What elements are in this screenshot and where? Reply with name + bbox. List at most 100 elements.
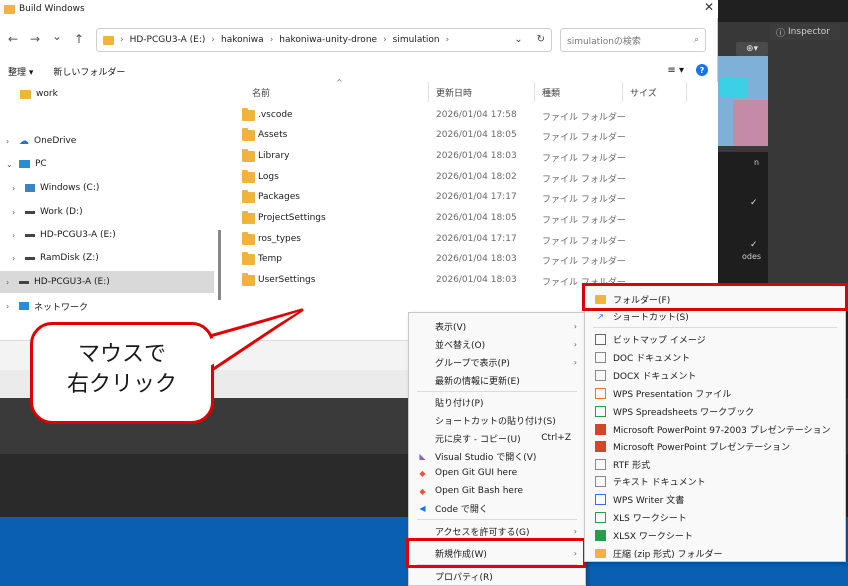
chevron-right-icon[interactable]: › <box>12 254 20 263</box>
help-icon[interactable]: ? <box>696 64 708 76</box>
search-icon[interactable]: ⌕ <box>694 35 699 45</box>
monitor-icon <box>19 160 30 168</box>
unity-topbar <box>718 0 848 22</box>
file-row[interactable]: ros_types 2026/01/04 17:17 ファイル フォルダー <box>242 230 712 250</box>
excel-icon <box>595 529 606 541</box>
chevron-right-icon[interactable]: › <box>12 184 20 193</box>
drive-icon <box>25 233 35 237</box>
sidebar-item-work[interactable]: work <box>20 84 58 104</box>
breadcrumb-item[interactable]: hakoniwa-unity-drone <box>279 35 377 45</box>
file-row[interactable]: Logs 2026/01/04 18:02 ファイル フォルダー <box>242 168 712 188</box>
spreadsheet-icon <box>595 405 606 417</box>
file-row[interactable]: Library 2026/01/04 18:03 ファイル フォルダー <box>242 147 712 167</box>
submenu-item-wps-writer[interactable]: WPS Writer 文書 <box>585 490 845 508</box>
refresh-icon[interactable]: ↻ <box>537 34 545 45</box>
back-arrow-icon[interactable]: ← <box>8 32 18 46</box>
menu-item-group[interactable]: グループで表示(P) › <box>409 353 585 371</box>
cloud-icon: ☁ <box>19 135 29 147</box>
folder-icon <box>242 108 255 121</box>
menu-item-view[interactable]: 表示(V) › <box>409 317 585 335</box>
forward-arrow-icon[interactable]: → <box>30 32 40 46</box>
breadcrumb-item[interactable]: hakoniwa <box>221 35 264 45</box>
up-arrow-icon[interactable]: ↑ <box>74 32 84 46</box>
new-folder-button[interactable]: 新しいフォルダー <box>53 65 125 78</box>
chevron-right-icon[interactable]: › <box>6 302 14 311</box>
menu-item-sort[interactable]: 並べ替え(O) › <box>409 335 585 353</box>
submenu-item-text[interactable]: テキスト ドキュメント <box>585 472 845 490</box>
chevron-down-icon[interactable]: ⌄ <box>52 29 62 43</box>
check-icon[interactable]: ✓ <box>750 198 760 208</box>
sidebar-item-hd-pcgu3-e-selected[interactable]: › HD-PCGU3-A (E:) <box>0 271 214 293</box>
submenu-item-pptx[interactable]: Microsoft PowerPoint プレゼンテーション <box>585 437 845 455</box>
submenu-item-zip[interactable]: 圧縮 (zip 形式) フォルダー <box>585 544 845 562</box>
organize-button[interactable]: 整理 ▾ <box>8 65 33 78</box>
chevron-right-icon[interactable]: › <box>6 137 14 146</box>
file-row[interactable]: ProjectSettings 2026/01/04 18:05 ファイル フォ… <box>242 209 712 229</box>
menu-item-paste-shortcut[interactable]: ショートカットの貼り付け(S) <box>409 411 585 429</box>
document-icon <box>595 369 606 381</box>
gizmo-button[interactable]: ⊕▾ <box>736 42 768 56</box>
column-header-date[interactable]: 更新日時 <box>436 86 472 99</box>
file-row[interactable]: Packages 2026/01/04 17:17 ファイル フォルダー <box>242 188 712 208</box>
scene-object <box>733 100 768 146</box>
folder-icon <box>242 252 255 265</box>
scrollbar[interactable] <box>218 230 221 300</box>
view-button[interactable]: ≡ ▾ <box>667 65 684 76</box>
column-header-type[interactable]: 種類 <box>542 86 560 99</box>
sidebar-item-hd-pcgu3-e[interactable]: › HD-PCGU3-A (E:) <box>12 225 116 245</box>
document-icon <box>595 458 606 470</box>
column-header-name[interactable]: 名前 <box>252 86 270 99</box>
sidebar-item-ramdisk-z[interactable]: › RamDisk (Z:) <box>12 248 99 268</box>
menu-item-undo[interactable]: 元に戻す - コピー(U) Ctrl+Z <box>409 429 585 447</box>
chevron-right-icon[interactable]: › <box>12 231 20 240</box>
folder-icon <box>242 170 255 183</box>
address-bar[interactable]: › HD-PCGU3-A (E:) › hakoniwa › hakoniwa-… <box>96 28 552 52</box>
chevron-right-icon: › <box>573 357 577 367</box>
menu-item-git-bash[interactable]: ◆ Open Git Bash here <box>409 482 585 500</box>
chevron-right-icon[interactable]: › <box>12 208 20 217</box>
file-row[interactable]: Temp 2026/01/04 18:03 ファイル フォルダー <box>242 250 712 270</box>
powerpoint-icon <box>595 440 606 452</box>
menu-item-properties[interactable]: プロパティ(R) <box>409 567 585 585</box>
folder-icon <box>242 190 255 203</box>
sidebar-item-pc[interactable]: ⌄ PC <box>6 154 47 174</box>
sidebar-item-windows-c[interactable]: › Windows (C:) <box>12 178 99 198</box>
check-icon[interactable]: ✓ <box>750 240 760 250</box>
close-icon[interactable]: ✕ <box>704 0 714 14</box>
menu-item-open-code[interactable]: ◀ Code で開く <box>409 499 585 517</box>
menu-item-open-vs[interactable]: ◣ Visual Studio で開く(V) <box>409 447 585 465</box>
submenu-item-docx[interactable]: DOCX ドキュメント <box>585 366 845 384</box>
inspector-tab-label: Inspector <box>788 27 830 37</box>
inspector-tab[interactable]: ⓘ Inspector <box>770 24 840 40</box>
sidebar-item-work-d[interactable]: › Work (D:) <box>12 202 83 222</box>
zip-folder-icon <box>595 548 606 559</box>
drive-icon <box>19 280 29 284</box>
submenu-item-xlsx[interactable]: XLSX ワークシート <box>585 526 845 544</box>
breadcrumb-item[interactable]: simulation <box>393 35 440 45</box>
file-row[interactable]: .vscode 2026/01/04 17:58 ファイル フォルダー <box>242 106 712 126</box>
info-icon: ⓘ <box>776 28 786 39</box>
chevron-right-icon[interactable]: › <box>6 278 14 287</box>
folder-icon <box>242 273 255 286</box>
submenu-item-wps-spreadsheets[interactable]: WPS Spreadsheets ワークブック <box>585 402 845 420</box>
chevron-down-icon[interactable]: ⌄ <box>514 34 522 45</box>
search-input[interactable]: simulationの検索 ⌕ <box>560 28 706 52</box>
submenu-item-doc[interactable]: DOC ドキュメント <box>585 348 845 366</box>
submenu-item-bitmap[interactable]: ビットマップ イメージ <box>585 330 845 348</box>
submenu-item-wps-presentation[interactable]: WPS Presentation ファイル <box>585 384 845 402</box>
menu-item-refresh[interactable]: 最新の情報に更新(E) <box>409 371 585 389</box>
menu-item-git-gui[interactable]: ◆ Open Git GUI here <box>409 464 585 482</box>
column-header-size[interactable]: サイズ <box>630 86 657 99</box>
chevron-down-icon[interactable]: ⌄ <box>6 160 14 169</box>
submenu-item-ppt-97[interactable]: Microsoft PowerPoint 97-2003 プレゼンテーション <box>585 420 845 438</box>
breadcrumb-item[interactable]: HD-PCGU3-A (E:) <box>130 35 206 45</box>
sidebar-item-network[interactable]: › ネットワーク <box>6 296 88 316</box>
menu-item-paste[interactable]: 貼り付け(P) <box>409 393 585 411</box>
highlight-folder-item <box>582 283 848 311</box>
sidebar-item-onedrive[interactable]: › ☁ OneDrive <box>6 131 76 151</box>
folder-icon <box>20 89 31 99</box>
document-icon <box>595 351 606 363</box>
submenu-item-rtf[interactable]: RTF 形式 <box>585 455 845 473</box>
submenu-item-xls[interactable]: XLS ワークシート <box>585 508 845 526</box>
file-row[interactable]: Assets 2026/01/04 18:05 ファイル フォルダー <box>242 126 712 146</box>
